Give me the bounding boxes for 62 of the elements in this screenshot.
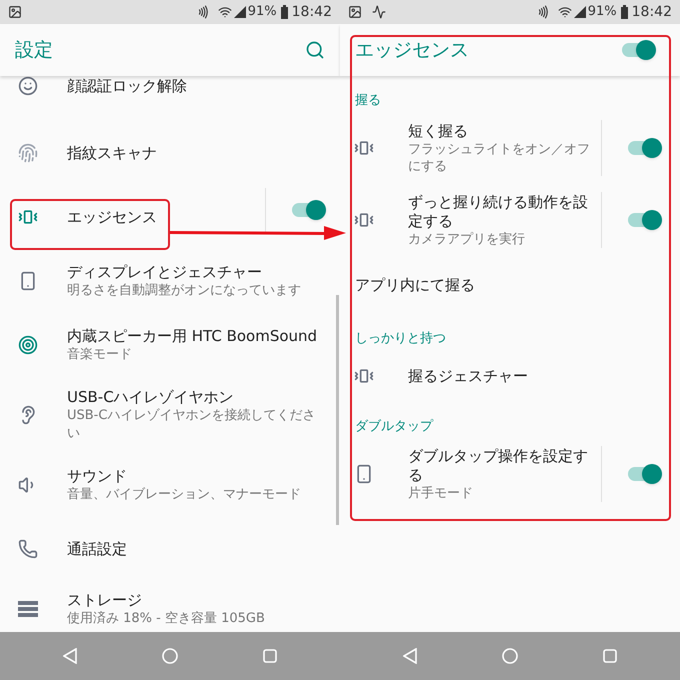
clock: 18:42 (292, 2, 332, 22)
toggle-switch[interactable] (626, 464, 662, 484)
item-title: 握るジェスチャー (408, 366, 529, 386)
face-icon (18, 76, 38, 96)
settings-item[interactable]: ダブルタップ操作を設定する 片手モード (340, 438, 680, 510)
storage-icon (18, 601, 38, 617)
item-title: アプリ内にて握る (355, 274, 475, 296)
signal-icon (234, 6, 246, 18)
item-subtitle: 明るさを自動調整がオンになっています (67, 282, 302, 300)
item-subtitle: 音量、バイブレーション、マナーモード (67, 486, 302, 504)
item-subtitle: フラッシュライトをオン／オフにする (408, 140, 591, 174)
item-title: ダブルタップ操作を設定する (408, 446, 589, 484)
item-subtitle: 音楽モード (67, 346, 133, 364)
item-title: 内蔵スピーカー用 HTC BoomSound (67, 326, 318, 346)
back-icon[interactable] (62, 648, 77, 664)
item-title: サウンド (67, 466, 128, 486)
settings-item[interactable]: アプリ内にて握る (340, 256, 680, 314)
recents-icon[interactable] (263, 649, 278, 663)
phone-handset-icon (18, 539, 38, 559)
battery-percent: 91% (248, 3, 277, 22)
item-title: USB-Cハイレゾイヤホン (67, 387, 235, 407)
app-bar-title: 設定 (15, 38, 53, 63)
section-header: ダブルタップ (355, 418, 433, 436)
battery-icon (620, 5, 628, 19)
toggle-switch[interactable] (290, 200, 326, 220)
speaker-icon (18, 335, 38, 355)
toggle-switch[interactable] (626, 210, 662, 230)
item-title: ストレージ (67, 590, 143, 610)
signal-icon (574, 6, 586, 18)
settings-item[interactable]: ずっと握り続ける動作を設定する カメラアプリを実行 (340, 184, 680, 256)
app-bar-title: エッジセンス (355, 38, 469, 63)
settings-item[interactable]: 握るジェスチャー (340, 350, 680, 402)
toggle-switch[interactable] (620, 40, 656, 60)
battery-percent: 91% (588, 3, 617, 22)
item-title: ずっと握り続ける動作を設定する (408, 192, 589, 230)
settings-item[interactable]: 短く握る フラッシュライトをオン／オフにする (340, 112, 680, 184)
section-header: 握る (355, 92, 381, 110)
toggle-switch[interactable] (626, 138, 662, 158)
fingerprint-icon (18, 143, 38, 163)
clock: 18:42 (632, 2, 672, 22)
image-icon (348, 5, 362, 19)
item-title: 指紋スキャナ (67, 143, 158, 163)
battery-icon (280, 5, 288, 19)
item-subtitle: USB-Cハイレゾイヤホンを接続してください (67, 407, 316, 443)
search-icon[interactable] (305, 40, 325, 60)
home-icon[interactable] (162, 648, 178, 664)
item-subtitle: 片手モード (408, 484, 474, 502)
item-title: 顔認証ロック解除 (67, 76, 188, 96)
back-icon[interactable] (402, 648, 417, 664)
image-icon (8, 5, 22, 19)
home-icon[interactable] (502, 648, 518, 664)
recents-icon[interactable] (603, 649, 618, 663)
section-header: しっかりと持つ (355, 330, 446, 348)
item-title: 短く握る (408, 122, 469, 140)
item-subtitle: 使用済み 18% - 空き容量 105GB (67, 610, 266, 628)
item-title: 通話設定 (67, 539, 128, 559)
pulse-icon (372, 5, 386, 19)
item-subtitle: カメラアプリを実行 (408, 230, 526, 248)
item-title: エッジセンス (67, 207, 158, 227)
wifi-icon (558, 5, 572, 19)
wifi-icon (218, 5, 232, 19)
item-title: ディスプレイとジェスチャー (67, 262, 263, 282)
